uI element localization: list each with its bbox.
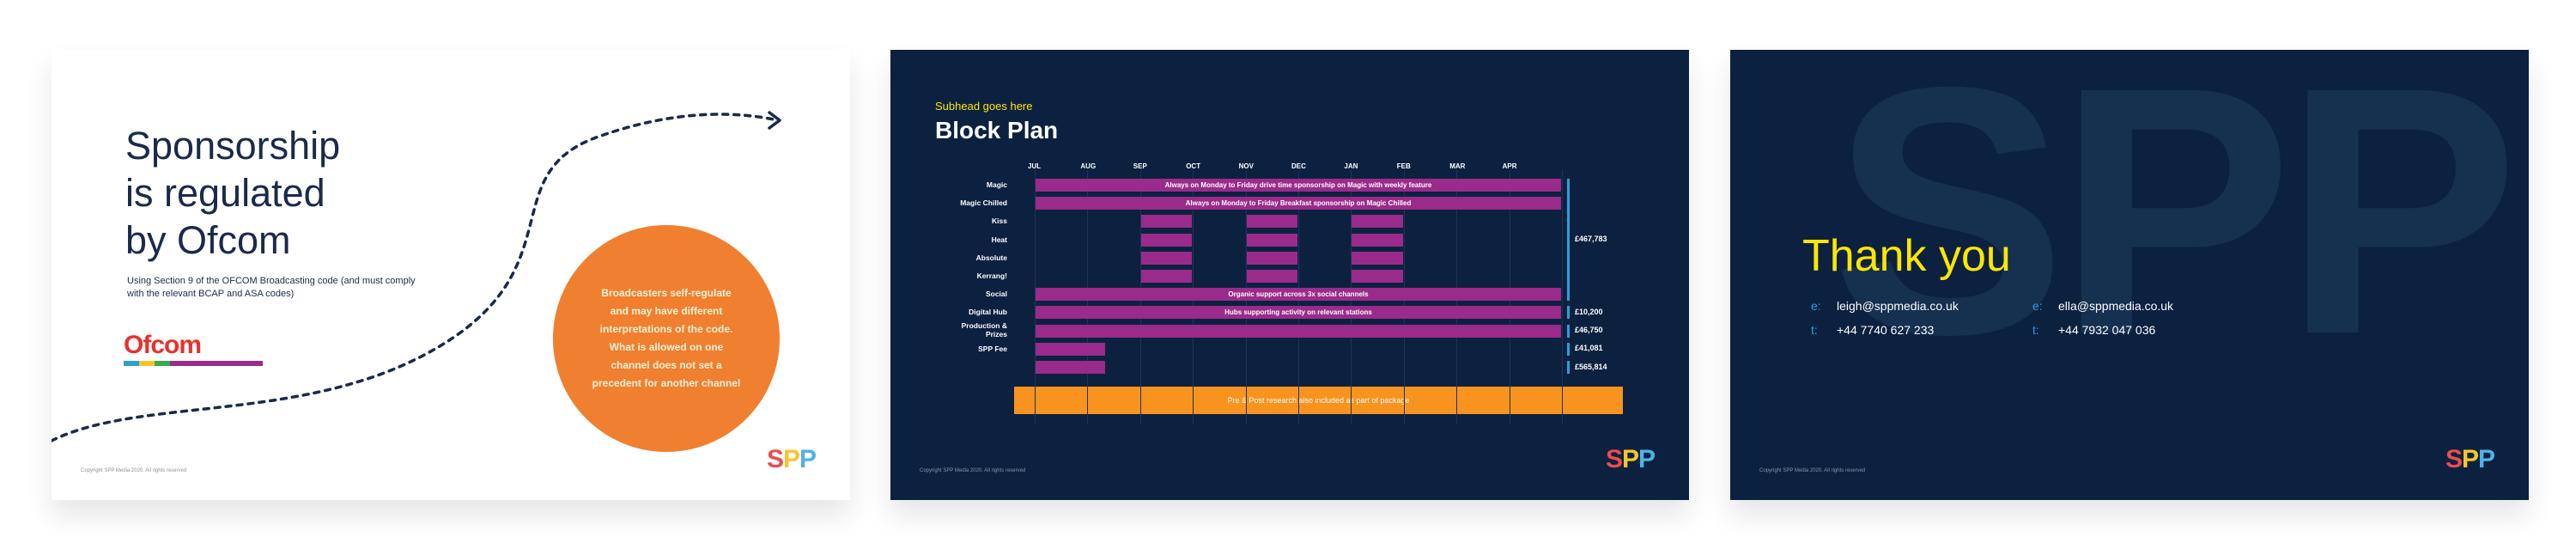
- slide-thank-you[interactable]: SPP Thank you e: leigh@sppmedia.co.uk t:…: [1730, 50, 2529, 500]
- row-label: Magic Chilled: [960, 198, 1007, 208]
- subtitle: Using Section 9 of the OFCOM Broadcastin…: [127, 276, 416, 299]
- total-value: £565,814: [1575, 362, 1607, 371]
- tel-link-leigh[interactable]: +44 7740 627 233: [1837, 323, 1934, 337]
- logo-stripe: [124, 361, 263, 366]
- plan-bar: [1352, 233, 1403, 247]
- copyright: Copyright SPP Media 2020. All rights res…: [920, 468, 1026, 473]
- month-label: AUG: [1080, 162, 1097, 170]
- row-label: Digital Hub: [969, 308, 1007, 317]
- month-label: MAR: [1449, 162, 1466, 170]
- row-label: Absolute: [975, 253, 1007, 262]
- email-label: e:: [2032, 299, 2043, 313]
- row-label: SPP Fee: [978, 344, 1007, 353]
- total-value: £467,783: [1575, 235, 1607, 244]
- plan-bar: [1352, 270, 1403, 283]
- ofcom-logo: Ofcom: [124, 331, 263, 371]
- ofcom-logo-text: Ofcom: [124, 331, 202, 359]
- slide-block-plan[interactable]: Subhead goes here Block Plan Pre & Post …: [890, 50, 1689, 500]
- title-line: Sponsorship: [125, 124, 341, 168]
- plan-bar: [1036, 342, 1105, 356]
- email-link-ella[interactable]: ella@sppmedia.co.uk: [2058, 299, 2173, 313]
- row-label: Heat: [991, 235, 1007, 244]
- plan-bar: [1036, 324, 1561, 338]
- row-label: Social: [985, 290, 1007, 299]
- title-line: by Ofcom: [125, 218, 291, 262]
- page-title: Sponsorship is regulated by Ofcom: [125, 122, 340, 264]
- spp-logo: SPP: [766, 445, 817, 473]
- total-bracket: [1567, 306, 1570, 320]
- plan-bar: [1246, 215, 1297, 229]
- total-value: £46,750: [1575, 326, 1603, 335]
- plan-bar: [1140, 215, 1193, 229]
- thank-you-title: Thank you: [1802, 231, 2011, 281]
- email-link-leigh[interactable]: leigh@sppmedia.co.uk: [1837, 299, 1959, 313]
- row-label: Kiss: [992, 217, 1007, 226]
- plan-bar: [1140, 270, 1193, 283]
- row-label: Production & Prizes: [961, 320, 1007, 338]
- email-label: e:: [1811, 299, 1821, 313]
- tel-link-ella[interactable]: +44 7932 047 036: [2058, 323, 2155, 337]
- callout-circle: Broadcasters self-regulate and may have …: [553, 225, 780, 452]
- plan-bar: [1246, 233, 1297, 247]
- grid-line: [1562, 170, 1563, 424]
- copyright: Copyright SPP Media 2020. All rights res…: [81, 468, 187, 473]
- month-label: DEC: [1291, 162, 1306, 170]
- total-value: £10,200: [1575, 307, 1603, 316]
- total-bracket: [1567, 342, 1570, 356]
- plan-bar: Hubs supporting activity on relevant sta…: [1036, 306, 1561, 320]
- callout-text: Broadcasters self-regulate and may have …: [592, 287, 741, 389]
- month-label: SEP: [1133, 162, 1147, 170]
- plan-bar: Organic support across 3x social channel…: [1036, 288, 1561, 302]
- month-label: FEB: [1396, 162, 1411, 170]
- plan-bar: [1352, 251, 1403, 265]
- spp-logo: SPP: [2445, 445, 2495, 473]
- slide-ofcom[interactable]: Sponsorship is regulated by Ofcom Using …: [52, 50, 850, 500]
- month-label: NOV: [1238, 162, 1254, 170]
- total-bracket: [1567, 179, 1570, 302]
- total-value: £41,081: [1575, 344, 1603, 353]
- plan-bar: [1352, 215, 1403, 229]
- row-label: Kerrang!: [976, 271, 1007, 280]
- research-bar: Pre & Post research also included as par…: [1014, 387, 1623, 414]
- plan-bar: [1246, 270, 1297, 283]
- title-line: is regulated: [125, 171, 325, 215]
- plan-bar: Always on Monday to Friday Breakfast spo…: [1036, 197, 1561, 210]
- subhead: Subhead goes here: [935, 100, 1033, 113]
- plan-bar: [1140, 233, 1193, 247]
- row-label: Magic: [986, 180, 1007, 189]
- month-label: JUL: [1028, 162, 1042, 170]
- tel-label: t:: [2032, 323, 2039, 337]
- plan-bar: [1140, 251, 1193, 265]
- month-label: OCT: [1186, 162, 1201, 170]
- page-title: Block Plan: [935, 117, 1059, 143]
- total-bracket: [1567, 324, 1570, 338]
- total-bracket: [1567, 361, 1570, 374]
- month-label: JAN: [1344, 162, 1358, 170]
- tel-label: t:: [1811, 323, 1818, 337]
- spp-logo: SPP: [1605, 445, 1656, 473]
- plan-bar: [1036, 361, 1105, 374]
- plan-bar: Always on Monday to Friday drive time sp…: [1036, 179, 1561, 192]
- month-label: APR: [1502, 162, 1517, 170]
- plan-bar: [1246, 251, 1297, 265]
- copyright: Copyright SPP Media 2020. All rights res…: [1759, 468, 1866, 473]
